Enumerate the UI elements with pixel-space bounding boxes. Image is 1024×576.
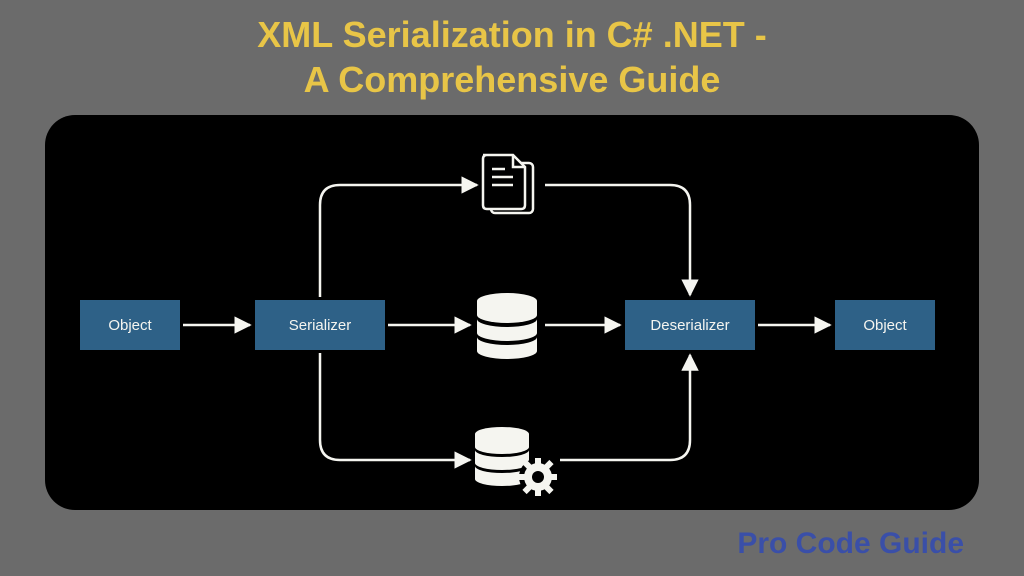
arrow-bottom-to-deserializer [560, 355, 690, 460]
files-icon [483, 155, 533, 213]
node-label: Deserializer [650, 317, 729, 334]
node-object-input: Object [80, 300, 180, 350]
arrow-top-to-deserializer [545, 185, 690, 295]
title-line-1: XML Serialization in C# .NET - [0, 12, 1024, 57]
node-label: Serializer [289, 317, 352, 334]
node-label: Object [863, 317, 906, 334]
diagram-panel: Object Serializer Deserializer Object [45, 115, 979, 510]
branding-text: Pro Code Guide [737, 527, 964, 561]
arrow-serializer-bottom-path [320, 353, 470, 460]
database-gear-icon [475, 427, 557, 496]
page-title: XML Serialization in C# .NET - A Compreh… [0, 0, 1024, 102]
node-object-output: Object [835, 300, 935, 350]
node-label: Object [108, 317, 151, 334]
node-deserializer: Deserializer [625, 300, 755, 350]
arrow-serializer-top-path [320, 185, 477, 297]
node-serializer: Serializer [255, 300, 385, 350]
database-icon [477, 293, 537, 359]
title-line-2: A Comprehensive Guide [0, 57, 1024, 102]
